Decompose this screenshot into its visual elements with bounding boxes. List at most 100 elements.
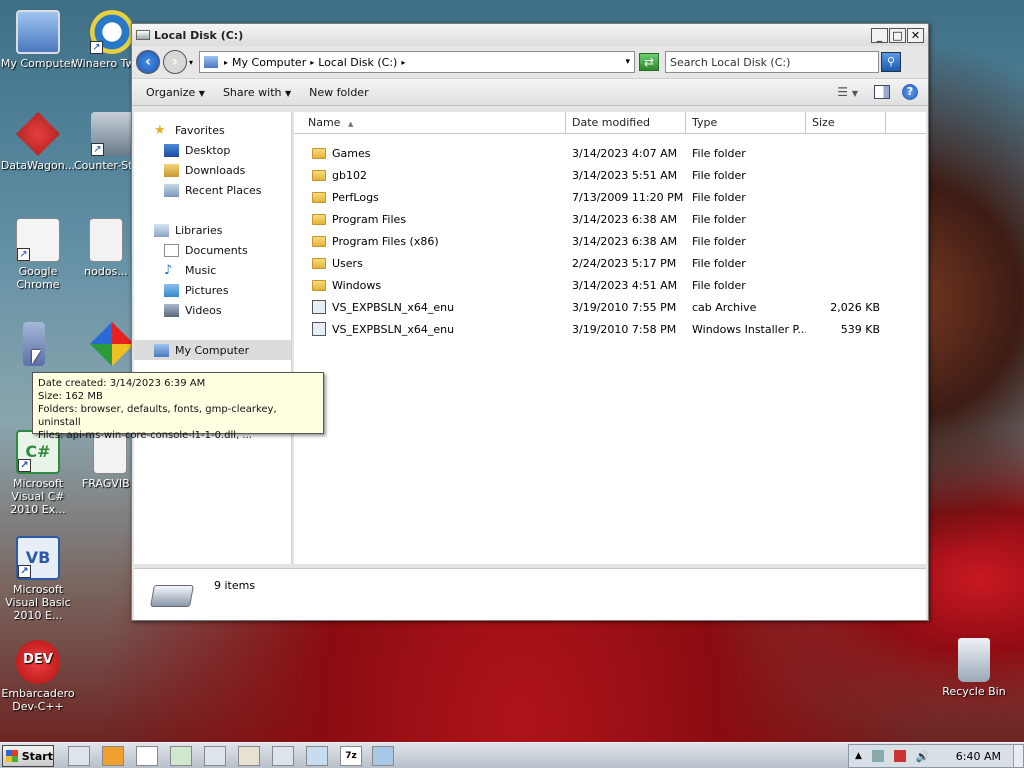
file-date: 7/13/2009 11:20 PM [572, 190, 684, 204]
network-icon[interactable] [871, 750, 884, 762]
start-button[interactable]: Start [2, 745, 54, 767]
desktop-icon-recycle-bin[interactable]: Recycle Bin [932, 638, 1016, 698]
mouse-cursor-icon [32, 350, 41, 364]
7zip-taskbar-icon[interactable]: 7z [340, 746, 362, 766]
breadcrumb-separator-icon[interactable]: ▸ [224, 58, 228, 67]
nav-libraries[interactable]: Libraries [134, 220, 291, 240]
show-desktop-button[interactable] [1013, 745, 1023, 767]
user-taskbar-icon[interactable] [238, 746, 260, 766]
address-dropdown-icon[interactable]: ▾ [625, 57, 630, 67]
breadcrumb-separator-icon[interactable]: ▸ [310, 58, 314, 67]
clock[interactable]: 6:40 AM [956, 750, 1001, 763]
close-button[interactable]: ✕ [907, 27, 924, 43]
shortcut-arrow-icon: ↗ [17, 248, 30, 261]
file-date: 3/14/2023 4:07 AM [572, 146, 678, 160]
action-center-icon[interactable] [893, 750, 906, 762]
column-size[interactable]: Size [806, 112, 886, 133]
folder-icon [312, 147, 326, 159]
datawagon-icon [16, 112, 60, 156]
nav-videos[interactable]: Videos [134, 300, 291, 320]
paint-taskbar-icon[interactable] [272, 746, 294, 766]
file-row[interactable]: VS_EXPBSLN_x64_enu 3/19/2010 7:55 PM cab A… [294, 296, 926, 318]
nav-documents[interactable]: Documents [134, 240, 291, 260]
shortcut-arrow-icon: ↗ [18, 565, 31, 578]
search-input[interactable]: Search Local Disk (C:) [670, 56, 790, 69]
remote-desktop-taskbar-icon[interactable] [372, 746, 394, 766]
file-name-cell: Program Files (x86) [294, 235, 566, 248]
file-name: Program Files [332, 212, 407, 226]
minimize-button[interactable]: _ [871, 27, 888, 43]
file-row[interactable]: VS_EXPBSLN_x64_enu 3/19/2010 7:58 PM Windo… [294, 318, 926, 340]
notepad-taskbar-icon[interactable] [136, 746, 158, 766]
address-bar[interactable]: ▸ My Computer ▸ Local Disk (C:) ▸ ▾ [199, 51, 636, 73]
desktop-icon-google-chrome[interactable]: ↗ Google Chrome [0, 218, 80, 291]
explorer-taskbar-icon[interactable] [68, 746, 90, 766]
nav-favorites[interactable]: ★ Favorites [134, 120, 291, 140]
nav-downloads[interactable]: Downloads [134, 160, 291, 180]
file-row[interactable]: gb102 3/14/2023 5:51 AM File folder [294, 164, 926, 186]
file-row[interactable]: Users 2/24/2023 5:17 PM File folder [294, 252, 926, 274]
file-row[interactable]: PerfLogs 7/13/2009 11:20 PM File folder [294, 186, 926, 208]
file-type: File folder [692, 278, 746, 292]
item-count: 9 items [214, 579, 256, 592]
nav-pictures[interactable]: Pictures [134, 280, 291, 300]
help-icon[interactable]: ? [902, 84, 918, 100]
desktop-icon-label: nodos... [84, 265, 128, 278]
file-row[interactable]: Games 3/14/2023 4:07 AM File folder [294, 142, 926, 164]
forward-button[interactable]: › [163, 50, 187, 74]
file-date: 3/19/2010 7:55 PM [572, 300, 677, 314]
breadcrumb-local-disk[interactable]: Local Disk (C:) [318, 56, 397, 69]
file-name: Windows [332, 278, 382, 292]
breadcrumb-dropdown-icon[interactable]: ▸ [401, 58, 405, 67]
file-type: File folder [692, 168, 746, 182]
file-row[interactable]: Program Files (x86) 3/14/2023 6:38 AM File… [294, 230, 926, 252]
column-name[interactable]: Name ▲ [294, 112, 566, 133]
file-row[interactable]: Windows 3/14/2023 4:51 AM File folder [294, 274, 926, 296]
visual-csharp-taskbar-icon[interactable] [170, 746, 192, 766]
start-label: Start [21, 749, 53, 763]
views-button[interactable]: ☰ ▼ [837, 85, 858, 99]
desktop-icon-label: Recycle Bin [942, 685, 1006, 698]
media-player-taskbar-icon[interactable] [102, 746, 124, 766]
folder-icon [312, 169, 326, 181]
search-box[interactable]: Search Local Disk (C:) [665, 51, 880, 73]
file-row[interactable]: Program Files 3/14/2023 6:38 AM File folde… [294, 208, 926, 230]
desktop-icon-colorful[interactable] [90, 322, 134, 369]
back-button[interactable]: ‹ [136, 50, 160, 74]
desktop-icon [164, 143, 179, 157]
calculator-taskbar-icon[interactable] [204, 746, 226, 766]
recent-pages-dropdown-icon[interactable]: ▾ [189, 58, 193, 67]
column-date-modified[interactable]: Date modified [566, 112, 686, 133]
refresh-button[interactable]: ⇄ [639, 53, 660, 71]
volume-icon[interactable]: 🔊 [916, 750, 930, 763]
organize-button[interactable]: Organize ▼ [146, 86, 205, 99]
organize-label: Organize [146, 85, 196, 99]
counter-strike-icon: ↗ [91, 112, 135, 156]
desktop-icon-label: Google Chrome [16, 265, 60, 291]
desktop-icon-datawagon[interactable]: DataWagon... [0, 112, 80, 172]
document-icon [89, 218, 123, 262]
nav-music[interactable]: ♪ Music [134, 260, 291, 280]
share-with-button[interactable]: Share with ▼ [223, 86, 291, 99]
desktop-icon-my-computer[interactable]: My Computer [0, 10, 80, 70]
nav-desktop[interactable]: Desktop [134, 140, 291, 160]
computer-icon [204, 56, 219, 68]
show-hidden-icons-icon[interactable]: ▲ [855, 751, 862, 761]
search-button[interactable]: ⚲ [881, 52, 902, 72]
nav-label: Documents [185, 243, 248, 257]
desktop-icon-devcpp[interactable]: DEV Embarcadero Dev-C++ [0, 640, 80, 713]
preview-pane-button[interactable] [874, 85, 890, 99]
nav-my-computer[interactable]: My Computer [134, 340, 291, 360]
desktop-icon-vcsharp[interactable]: C# ↗ Microsoft Visual C# 2010 Ex... [0, 430, 80, 516]
new-folder-button[interactable]: New folder [309, 86, 368, 99]
desktop-icon-vbasic[interactable]: VB ↗ Microsoft Visual Basic 2010 E... [0, 536, 80, 622]
keyboard-taskbar-icon[interactable] [306, 746, 328, 766]
column-type[interactable]: Type [686, 112, 806, 133]
breadcrumb-my-computer[interactable]: My Computer [232, 56, 306, 69]
file-name: VS_EXPBSLN_x64_enu [332, 300, 455, 314]
title-bar[interactable]: Local Disk (C:) _ □ ✕ [132, 24, 928, 46]
file-name: Games [332, 146, 371, 160]
maximize-button[interactable]: □ [889, 27, 906, 43]
nav-recent-places[interactable]: Recent Places [134, 180, 291, 200]
desktop-icon-nodos[interactable]: nodos... [80, 218, 132, 278]
